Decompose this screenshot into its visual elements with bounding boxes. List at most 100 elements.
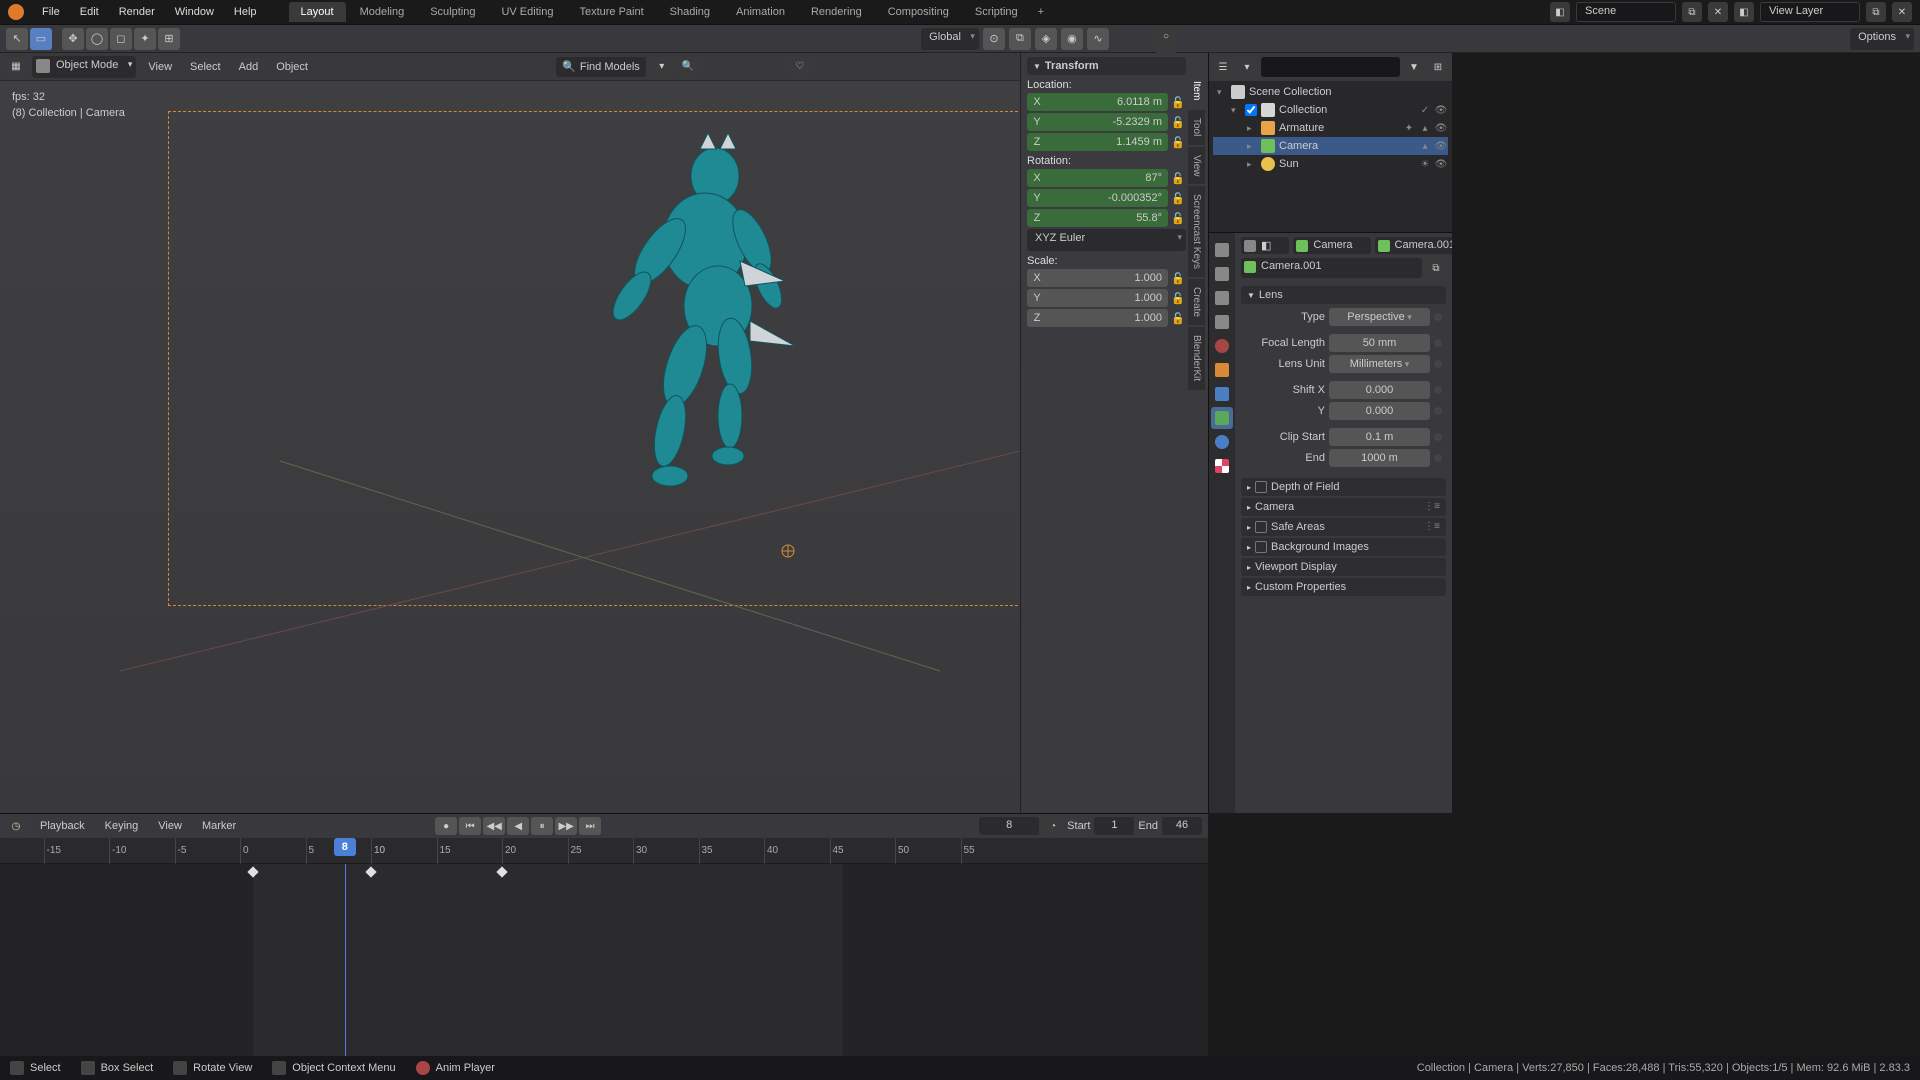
focal-anim-dot[interactable]	[1434, 339, 1442, 347]
camera-section-header[interactable]: Camera⋮≡	[1241, 498, 1446, 516]
editor-type-icon[interactable]: ▦	[6, 57, 26, 77]
cursor-tool-icon[interactable]: ↖	[6, 28, 28, 50]
loc-y-lock-icon[interactable]: 🔓	[1170, 114, 1186, 130]
clipend-anim-dot[interactable]	[1434, 454, 1442, 462]
rot-z-lock-icon[interactable]: 🔓	[1170, 210, 1186, 226]
ntab-screencast[interactable]: Screencast Keys	[1188, 186, 1205, 277]
viewlayer-new-icon[interactable]: ⧉	[1866, 2, 1886, 22]
rot-y-lock-icon[interactable]: 🔓	[1170, 190, 1186, 206]
ptab-constraints[interactable]	[1211, 383, 1233, 405]
ptab-scene[interactable]	[1211, 311, 1233, 333]
bgimages-section-header[interactable]: Background Images	[1241, 538, 1446, 556]
dof-section-header[interactable]: Depth of Field	[1241, 478, 1446, 496]
playhead-handle[interactable]: 8	[334, 838, 356, 856]
lens-type-anim-dot[interactable]	[1434, 313, 1442, 321]
outliner-armature[interactable]: ▸Armature✦▴👁	[1213, 119, 1448, 137]
prev-key-icon[interactable]: ◀◀	[483, 817, 505, 835]
mode-select-dropdown[interactable]: Object Mode	[32, 56, 136, 78]
focal-length-field[interactable]: 50 mm	[1329, 334, 1430, 352]
lensunit-anim-dot[interactable]	[1434, 360, 1442, 368]
ntab-blenderkit[interactable]: BlenderKit	[1188, 327, 1205, 389]
current-frame-field[interactable]: 8	[979, 817, 1039, 835]
gizmo-rotate-icon[interactable]: ◯	[86, 28, 108, 50]
pause-icon[interactable]: ⏸	[531, 817, 553, 835]
ptab-physics[interactable]	[1211, 431, 1233, 453]
viewlayer-name-field[interactable]: View Layer	[1760, 2, 1860, 22]
outliner-filter-icon[interactable]: ▼	[1404, 57, 1424, 77]
stop-icon[interactable]	[416, 1061, 430, 1075]
scale-y-lock-icon[interactable]: 🔓	[1170, 290, 1186, 306]
shift-y-field[interactable]: 0.000	[1329, 402, 1430, 420]
camera-datablock-field[interactable]: Camera.001	[1241, 258, 1422, 278]
timeline-editor-icon[interactable]: ◷	[6, 816, 26, 836]
gizmo-all-icon[interactable]: ⊞	[158, 28, 180, 50]
cam-hide-icon[interactable]: 👁	[1434, 141, 1448, 152]
rotation-mode-dropdown[interactable]: XYZ Euler	[1027, 229, 1186, 251]
play-reverse-icon[interactable]: ◀	[507, 817, 529, 835]
pivot-icon[interactable]: ⊙	[983, 28, 1005, 50]
overlay-heart-icon[interactable]: ♡	[790, 57, 810, 77]
arm-pose-icon[interactable]: ✦	[1402, 123, 1416, 134]
timeline-keying-menu[interactable]: Keying	[99, 817, 145, 835]
safeareas-section-header[interactable]: Safe Areas⋮≡	[1241, 518, 1446, 536]
tab-add[interactable]: +	[1032, 2, 1050, 22]
gizmo-transform-icon[interactable]: ✦	[134, 28, 156, 50]
ntab-create[interactable]: Create	[1188, 279, 1205, 325]
view3d-menu-select[interactable]: Select	[184, 58, 227, 76]
scene-delete-icon[interactable]: ✕	[1708, 2, 1728, 22]
timeline-ruler[interactable]: -15-10-50510152025303540455055810	[0, 838, 1208, 864]
scale-z-lock-icon[interactable]: 🔓	[1170, 310, 1186, 326]
lens-section-header[interactable]: Lens	[1241, 286, 1446, 304]
scale-y-field[interactable]: 1.000	[1047, 289, 1168, 307]
transform-header[interactable]: Transform	[1027, 57, 1186, 75]
scene-new-icon[interactable]: ⧉	[1682, 2, 1702, 22]
breadcrumb-scene[interactable]: ◧	[1241, 237, 1289, 254]
loc-x-field[interactable]: 6.0118 m	[1047, 93, 1168, 111]
timeline-view-menu[interactable]: View	[152, 817, 188, 835]
lens-type-dropdown[interactable]: Perspective	[1329, 308, 1430, 326]
next-key-icon[interactable]: ▶▶	[555, 817, 577, 835]
loc-x-lock-icon[interactable]: 🔓	[1170, 94, 1186, 110]
arm-data-icon[interactable]: ▴	[1418, 123, 1432, 134]
lens-unit-dropdown[interactable]: Millimeters	[1329, 355, 1430, 373]
start-frame-field[interactable]: 1	[1094, 817, 1134, 835]
ptab-output[interactable]	[1211, 263, 1233, 285]
tab-uvediting[interactable]: UV Editing	[489, 2, 565, 22]
outliner-search[interactable]	[1261, 57, 1400, 77]
find-models-dropdown-icon[interactable]: ▾	[652, 57, 672, 77]
shiftx-anim-dot[interactable]	[1434, 386, 1442, 394]
ptab-render[interactable]	[1211, 239, 1233, 261]
options-dropdown[interactable]: Options	[1850, 28, 1914, 50]
outliner-new-coll-icon[interactable]: ⊞	[1428, 57, 1448, 77]
rot-x-lock-icon[interactable]: 🔓	[1170, 170, 1186, 186]
scale-x-lock-icon[interactable]: 🔓	[1170, 270, 1186, 286]
viewlayer-delete-icon[interactable]: ✕	[1892, 2, 1912, 22]
clipstart-anim-dot[interactable]	[1434, 433, 1442, 441]
jump-end-icon[interactable]: ⏭	[579, 817, 601, 835]
prop-falloff-icon[interactable]: ∿	[1087, 28, 1109, 50]
tab-animation[interactable]: Animation	[724, 2, 797, 22]
ptab-object[interactable]	[1211, 359, 1233, 381]
scale-z-field[interactable]: 1.000	[1047, 309, 1168, 327]
jump-start-icon[interactable]: ⏮	[459, 817, 481, 835]
outliner-editor-icon[interactable]: ☰	[1213, 57, 1233, 77]
custom-props-section-header[interactable]: Custom Properties	[1241, 578, 1446, 596]
bgimages-checkbox[interactable]	[1255, 541, 1267, 553]
loc-y-field[interactable]: -5.2329 m	[1047, 113, 1168, 131]
dof-checkbox[interactable]	[1255, 481, 1267, 493]
sun-hide-icon[interactable]: 👁	[1434, 159, 1448, 170]
menu-edit[interactable]: Edit	[72, 2, 107, 22]
coll-exclude-icon[interactable]: ✓	[1418, 105, 1432, 116]
select-tool-icon[interactable]: ▭	[30, 28, 52, 50]
outliner-scene[interactable]: ▾Scene Collection	[1213, 83, 1448, 101]
coll-enable-checkbox[interactable]	[1245, 104, 1257, 116]
tab-layout[interactable]: Layout	[289, 2, 346, 22]
preview-range-icon[interactable]: ◔	[1043, 816, 1063, 836]
breadcrumb-camera-obj[interactable]: Camera	[1293, 237, 1370, 254]
ntab-view[interactable]: View	[1188, 147, 1205, 185]
shift-x-field[interactable]: 0.000	[1329, 381, 1430, 399]
viewlayer-browse-icon[interactable]: ◧	[1734, 2, 1754, 22]
ntab-tool[interactable]: Tool	[1188, 110, 1205, 144]
loc-z-lock-icon[interactable]: 🔓	[1170, 134, 1186, 150]
menu-file[interactable]: File	[34, 2, 68, 22]
